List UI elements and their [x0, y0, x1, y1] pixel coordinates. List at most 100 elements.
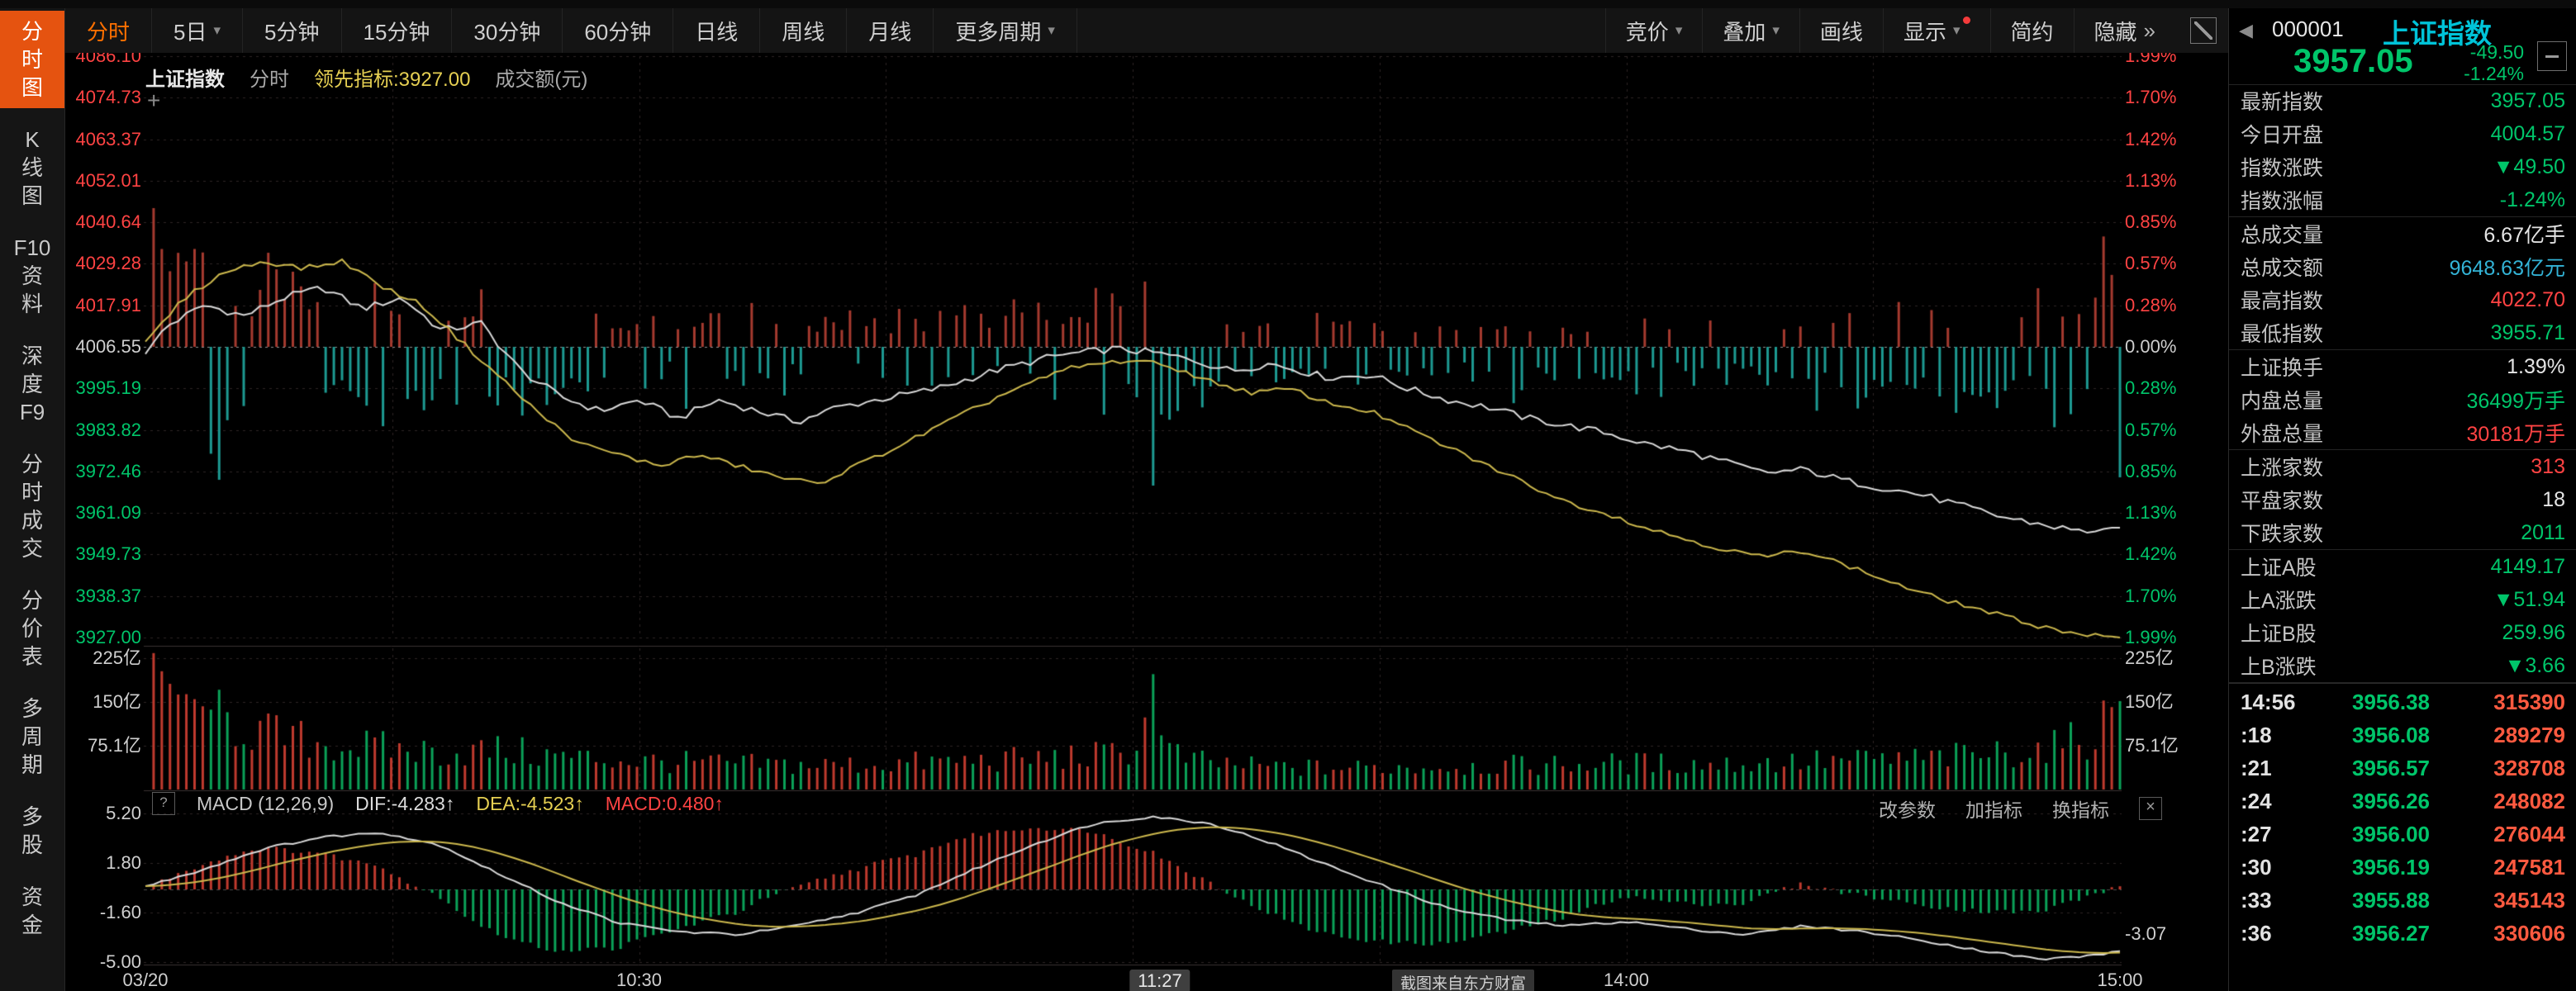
- tick-price: 3956.26: [2317, 789, 2458, 814]
- tick-price: 3956.57: [2317, 756, 2458, 781]
- intraday-chart-canvas[interactable]: [65, 53, 2228, 991]
- tick-price: 3956.19: [2317, 855, 2458, 880]
- sidebar-item[interactable]: 分价表: [0, 580, 64, 677]
- sidebar-item-label: 表: [0, 642, 64, 671]
- quote-row: 总成交量6.67亿手: [2229, 217, 2576, 250]
- sidebar-item-label: 料: [0, 290, 64, 318]
- tab-label: 更多周期: [955, 16, 1041, 46]
- sidebar-item-label: 时: [0, 45, 64, 73]
- sidebar-item[interactable]: 多周期: [0, 688, 64, 785]
- sidebar-item[interactable]: K线图: [0, 119, 64, 216]
- toolbar-tool[interactable]: 显示▾: [1883, 8, 1990, 53]
- toolbar-right: 竞价▾叠加▾画线显示▾简约隐藏»: [1605, 8, 2228, 53]
- quote-rows: 最新指数3957.05今日开盘4004.57指数涨跌▼49.50指数涨幅-1.2…: [2229, 84, 2576, 683]
- caret-down-icon: ▾: [213, 22, 221, 39]
- tab-label: 5分钟: [264, 16, 319, 46]
- fullscreen-icon[interactable]: [2190, 17, 2217, 44]
- tick-row: :363956.27330606: [2229, 917, 2576, 950]
- quote-body: 最新指数3957.05今日开盘4004.57指数涨跌▼49.50指数涨幅-1.2…: [2229, 84, 2576, 991]
- sidebar-item-label: 分: [0, 17, 64, 45]
- sidebar-item[interactable]: 深度F9: [0, 335, 64, 433]
- macd-close-icon[interactable]: ×: [2139, 797, 2162, 820]
- time-axis-label: 10:30: [616, 970, 662, 991]
- toolbar-tool[interactable]: 画线: [1799, 8, 1883, 53]
- sidebar-item[interactable]: F10资料: [0, 227, 64, 325]
- tab-label: 月线: [868, 16, 911, 46]
- quote-value: 6.67亿手: [2483, 219, 2565, 249]
- macd-title: MACD (12,26,9): [197, 793, 334, 815]
- period-tab[interactable]: 5分钟: [243, 8, 341, 53]
- percent-axis-label: 1.99%: [2125, 627, 2216, 648]
- sidebar-item[interactable]: 分时图: [0, 11, 64, 108]
- macd-tool-button[interactable]: 换指标: [2052, 794, 2109, 823]
- toolbar-tool[interactable]: 竞价▾: [1605, 8, 1703, 53]
- percent-axis-label: 0.28%: [2125, 377, 2216, 399]
- sidebar-item-label: 分: [0, 450, 64, 478]
- macd-tool-button[interactable]: 改参数: [1879, 794, 1936, 823]
- tool-label: 叠加: [1723, 16, 1766, 46]
- back-arrow-icon[interactable]: ◀: [2239, 20, 2253, 41]
- tick-volume: 328708: [2458, 756, 2565, 781]
- sidebar-item[interactable]: 资金: [0, 876, 64, 946]
- period-tab[interactable]: 分时: [65, 8, 152, 53]
- caret-down-icon: ▾: [1953, 22, 1961, 39]
- macd-hist-value: MACD:0.480↑: [606, 793, 724, 815]
- quote-row: 平盘家数18: [2229, 483, 2576, 516]
- period-tab[interactable]: 周线: [760, 8, 847, 53]
- period-tab[interactable]: 60分钟: [563, 8, 673, 53]
- percent-axis-label: 0.85%: [2125, 461, 2216, 482]
- quote-label: 平盘家数: [2241, 485, 2323, 514]
- toolbar-tool[interactable]: 简约: [1990, 8, 2074, 53]
- crosshair-tool-icon[interactable]: +: [147, 89, 160, 112]
- minimize-bar: [2545, 55, 2559, 58]
- macd-axis-label: -3.07: [2125, 923, 2216, 945]
- sidebar-item-label: 成: [0, 506, 64, 534]
- macd-header: ? MACD (12,26,9) DIF:-4.283↑ DEA:-4.523↑…: [152, 792, 724, 815]
- percent-axis-label: 1.13%: [2125, 170, 2216, 192]
- sidebar-item[interactable]: 分时成交: [0, 443, 64, 569]
- sidebar-item-label: 金: [0, 911, 64, 939]
- time-axis-label: 15:00: [2097, 970, 2142, 991]
- quote-row: 下跌家数2011: [2229, 516, 2576, 550]
- period-tab[interactable]: 30分钟: [452, 8, 563, 53]
- volume-axis-label: 150亿: [65, 691, 141, 713]
- sidebar-item-label: K: [0, 126, 64, 154]
- period-tab[interactable]: 更多周期▾: [934, 8, 1077, 53]
- period-tab[interactable]: 5日▾: [152, 8, 243, 53]
- percent-axis-label: 1.99%: [2125, 53, 2216, 67]
- quote-row: 最新指数3957.05: [2229, 84, 2576, 117]
- toolbar-tool[interactable]: 叠加▾: [1702, 8, 1799, 53]
- sidebar-item-label: 周: [0, 723, 64, 751]
- price-axis-label: 3938.37: [65, 586, 141, 607]
- quote-row: 总成交额9648.63亿元: [2229, 250, 2576, 283]
- macd-tools: 改参数加指标 换指标 ×: [1879, 794, 2162, 823]
- toolbar-tool[interactable]: 隐藏»: [2074, 8, 2175, 53]
- tool-label: 隐藏: [2094, 16, 2137, 46]
- tick-time: 14:56: [2241, 690, 2317, 715]
- quote-value: -1.24%: [2500, 188, 2565, 212]
- chart-area: 上证指数 分时 领先指标:3927.00 成交额(元) + ? MACD (12…: [65, 53, 2228, 991]
- tab-label: 分时: [87, 16, 130, 46]
- percent-axis-label: 0.85%: [2125, 211, 2216, 233]
- chart-tools: 竞价▾叠加▾画线显示▾简约隐藏»: [1605, 8, 2175, 53]
- fullscreen-diagonal: [2194, 21, 2212, 40]
- period-tab[interactable]: 日线: [673, 8, 760, 53]
- period-tab[interactable]: 月线: [847, 8, 934, 53]
- quote-label: 上B涨跌: [2241, 651, 2317, 680]
- help-icon[interactable]: ?: [152, 792, 175, 815]
- macd-tool-button[interactable]: 加指标: [1965, 794, 2022, 823]
- tick-volume: 276044: [2458, 822, 2565, 847]
- period-tab[interactable]: 15分钟: [342, 8, 453, 53]
- quote-label: 最低指数: [2241, 318, 2323, 348]
- app-window: 分时图K线图F10资料深度F9分时成交分价表多周期多股资金 分时5日▾5分钟15…: [0, 0, 2576, 991]
- quote-row: 今日开盘4004.57: [2229, 117, 2576, 150]
- sidebar-item[interactable]: 多股: [0, 796, 64, 865]
- tick-volume: 345143: [2458, 888, 2565, 913]
- price-axis-label: 4040.64: [65, 211, 141, 233]
- sidebar-item-label: 多: [0, 803, 64, 831]
- macd-axis-label: 1.80: [65, 852, 141, 874]
- sidebar-item-label: 时: [0, 478, 64, 506]
- tick-row: :273956.00276044: [2229, 818, 2576, 851]
- price-axis-label: 4052.01: [65, 170, 141, 192]
- minimize-icon[interactable]: [2537, 41, 2567, 71]
